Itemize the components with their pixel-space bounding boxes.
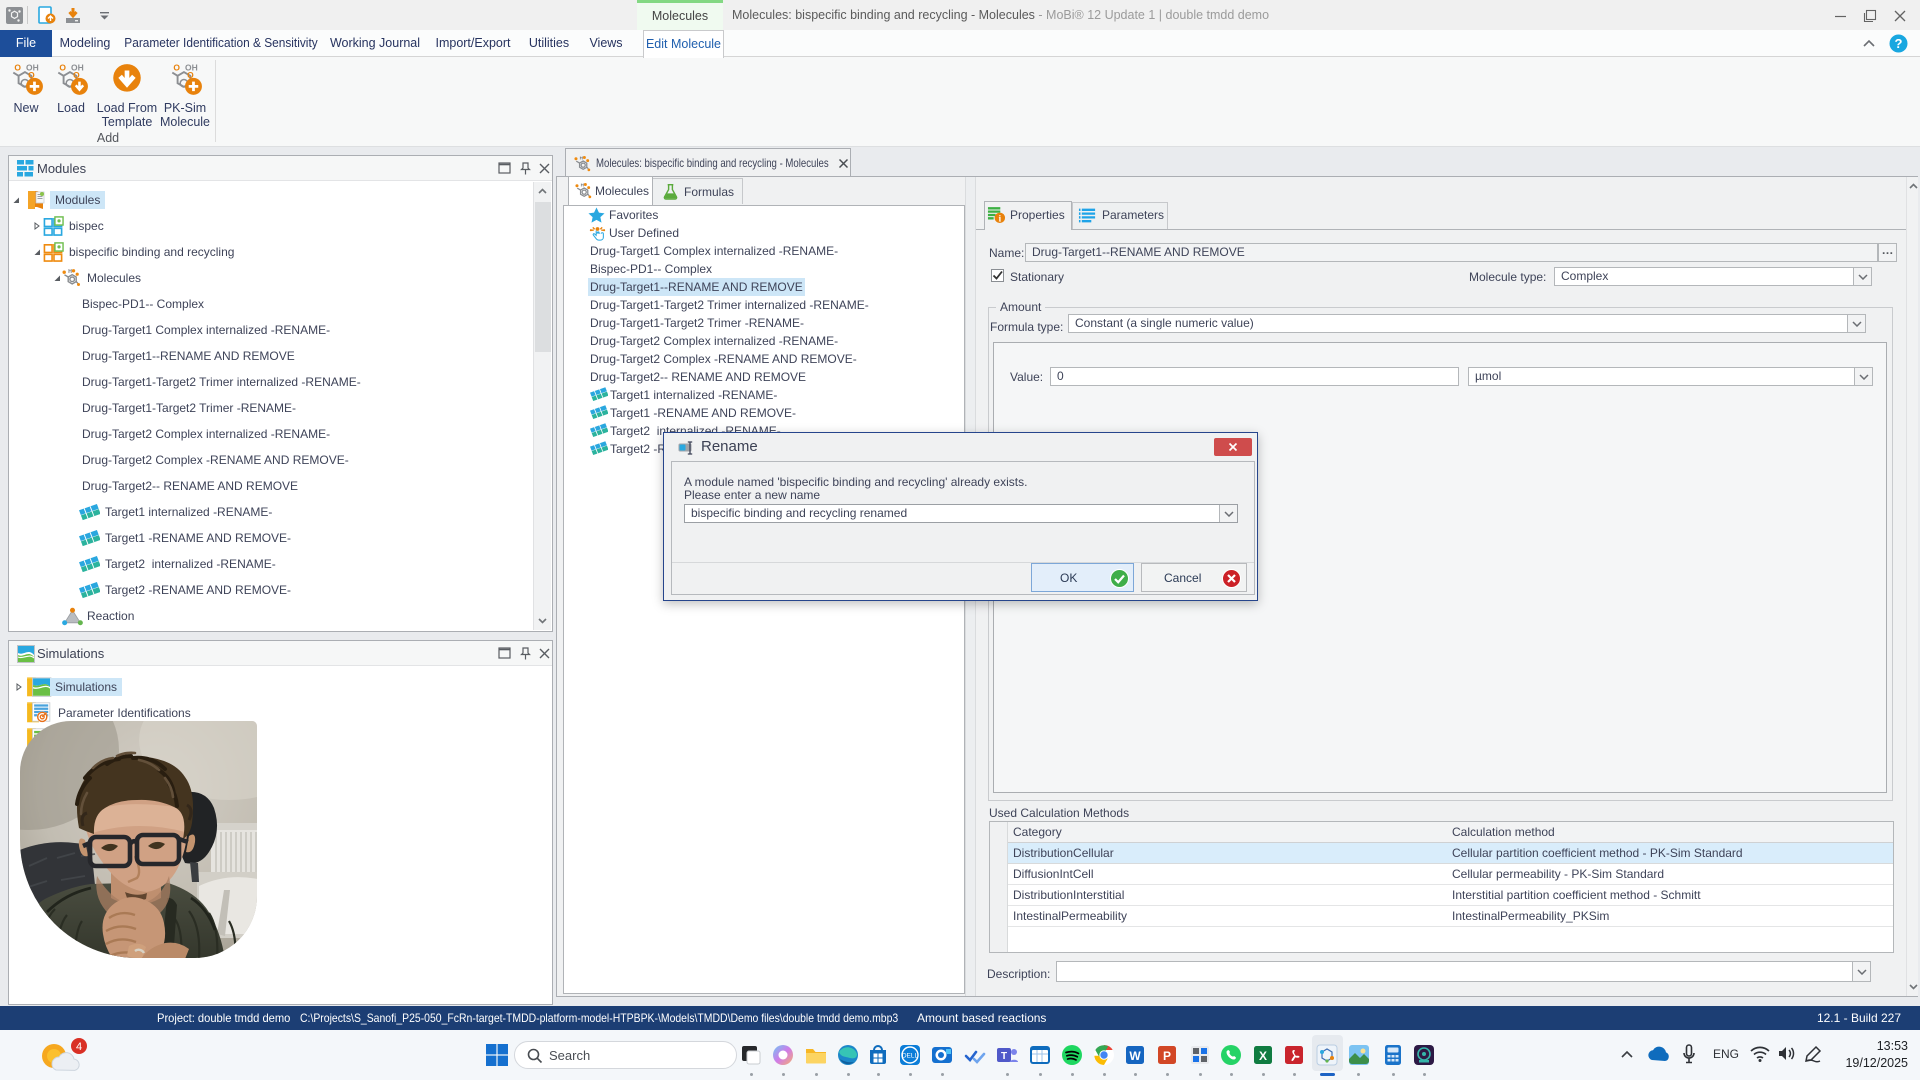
svg-text:O: O — [173, 62, 180, 72]
svg-text:T: T — [1001, 1051, 1007, 1062]
svg-text:O: O — [14, 62, 21, 72]
svg-text:?: ? — [1895, 36, 1903, 51]
svg-text:P: P — [1163, 1049, 1171, 1063]
svg-text:X: X — [1259, 1049, 1267, 1063]
svg-text:W: W — [1129, 1049, 1141, 1063]
svg-text:O: O — [59, 62, 66, 72]
svg-text:4: 4 — [76, 1041, 82, 1053]
svg-text:DELL: DELL — [902, 1053, 919, 1060]
